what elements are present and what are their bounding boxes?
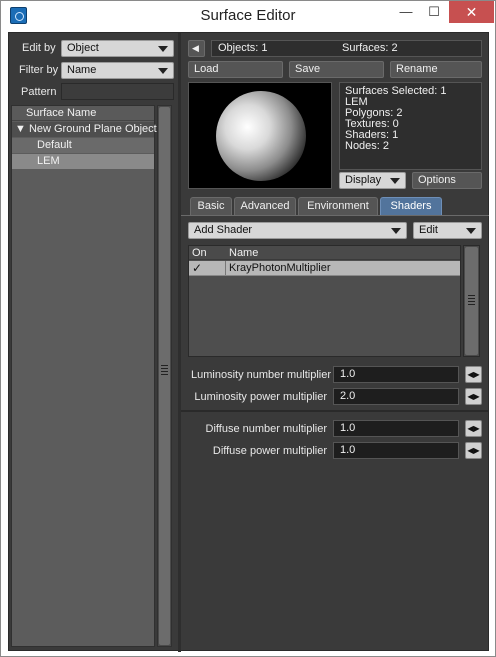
- luminosity-number-label: Luminosity number multiplier: [191, 369, 331, 381]
- diffuse-power-stepper[interactable]: ◀▶: [465, 442, 482, 459]
- pattern-input[interactable]: [61, 83, 174, 100]
- grip-line: [161, 374, 168, 375]
- panel-splitter[interactable]: [178, 33, 181, 652]
- shader-list-header: On Name: [189, 246, 460, 260]
- shader-name: KrayPhotonMultiplier: [229, 262, 331, 274]
- diffuse-power-label: Diffuse power multiplier: [212, 445, 327, 457]
- edit-by-value: Object: [67, 42, 99, 54]
- column-divider: [225, 261, 226, 275]
- filter-by-value: Name: [67, 64, 97, 76]
- tab-underline: [181, 215, 489, 216]
- surfaces-count: Surfaces: 2: [342, 42, 398, 54]
- add-shader-label: Add Shader: [194, 224, 253, 236]
- diffuse-number-stepper[interactable]: ◀▶: [465, 420, 482, 437]
- surface-list-header: Surface Name: [12, 106, 154, 121]
- info-nodes: Nodes: 2: [345, 140, 390, 152]
- grip-line: [468, 298, 475, 299]
- edit-by-label: Edit by: [22, 42, 56, 54]
- rename-button[interactable]: Rename: [390, 61, 482, 78]
- column-name: Name: [229, 247, 259, 259]
- grip-line: [161, 371, 168, 372]
- grip-line: [468, 295, 475, 296]
- add-shader-dropdown[interactable]: Add Shader: [188, 222, 407, 239]
- surface-item-default[interactable]: Default: [12, 138, 154, 153]
- minimize-button[interactable]: —: [393, 1, 419, 23]
- scrollbar-thumb[interactable]: [159, 107, 170, 645]
- chevron-down-icon: [466, 228, 476, 234]
- back-arrow-button[interactable]: ◀: [188, 40, 205, 57]
- pattern-label: Pattern: [21, 86, 57, 98]
- close-button[interactable]: ✕: [449, 1, 494, 23]
- load-button[interactable]: Load: [188, 61, 283, 78]
- tab-advanced[interactable]: Advanced: [234, 197, 296, 215]
- scrollbar-thumb[interactable]: [465, 247, 478, 355]
- preview-sphere: [216, 91, 306, 181]
- luminosity-power-stepper[interactable]: ◀▶: [465, 388, 482, 405]
- display-dropdown[interactable]: Display: [339, 172, 406, 189]
- chevron-down-icon: [158, 68, 168, 74]
- object-tree-item[interactable]: ▼ New Ground Plane Object: [12, 122, 157, 137]
- shader-row[interactable]: ✓ KrayPhotonMultiplier: [189, 261, 460, 276]
- luminosity-power-field[interactable]: 2.0: [333, 388, 459, 405]
- diffuse-number-field[interactable]: 1.0: [333, 420, 459, 437]
- chevron-down-icon: [390, 178, 400, 184]
- shader-list-scrollbar[interactable]: [463, 245, 480, 357]
- filter-by-dropdown[interactable]: Name: [61, 62, 174, 79]
- save-button[interactable]: Save: [289, 61, 384, 78]
- diffuse-number-label: Diffuse number multiplier: [205, 423, 327, 435]
- title-bar: Surface Editor — ☐ ✕: [1, 1, 495, 31]
- chevron-down-icon: [158, 46, 168, 52]
- grip-line: [468, 304, 475, 305]
- surface-list[interactable]: Surface Name ▼ New Ground Plane Object D…: [11, 105, 157, 647]
- edit-label: Edit: [419, 224, 438, 236]
- maximize-button[interactable]: ☐: [421, 1, 447, 23]
- edit-dropdown[interactable]: Edit: [413, 222, 482, 239]
- tab-basic[interactable]: Basic: [190, 197, 232, 215]
- checkmark-icon[interactable]: ✓: [192, 261, 202, 275]
- objects-count: Objects: 1: [218, 42, 268, 54]
- diffuse-power-field[interactable]: 1.0: [333, 442, 459, 459]
- grip-line: [468, 301, 475, 302]
- filter-by-label: Filter by: [19, 64, 59, 76]
- chevron-down-icon: [391, 228, 401, 234]
- tab-shaders[interactable]: Shaders: [380, 197, 442, 215]
- shader-list[interactable]: On Name ✓ KrayPhotonMultiplier: [188, 245, 461, 357]
- editor-client-area: Edit by Object Filter by Name Pattern Su…: [8, 32, 489, 652]
- surface-item-lem[interactable]: LEM: [12, 154, 154, 169]
- grip-line: [161, 368, 168, 369]
- options-button[interactable]: Options: [412, 172, 482, 189]
- luminosity-number-stepper[interactable]: ◀▶: [465, 366, 482, 383]
- surface-list-scrollbar[interactable]: [157, 105, 172, 647]
- luminosity-power-label: Luminosity power multiplier: [194, 391, 327, 403]
- surface-preview[interactable]: [188, 82, 332, 189]
- grip-line: [161, 365, 168, 366]
- edit-by-dropdown[interactable]: Object: [61, 40, 174, 57]
- display-label: Display: [345, 174, 382, 186]
- object-surface-counts: Objects: 1 Surfaces: 2: [211, 40, 482, 57]
- section-divider: [181, 410, 489, 412]
- luminosity-number-field[interactable]: 1.0: [333, 366, 459, 383]
- column-on: On: [192, 247, 207, 259]
- tab-environment[interactable]: Environment: [298, 197, 378, 215]
- surface-editor-window: Surface Editor — ☐ ✕ Edit by Object Filt…: [0, 0, 496, 657]
- surface-info-panel: Surfaces Selected: 1 LEM Polygons: 2 Tex…: [339, 82, 482, 170]
